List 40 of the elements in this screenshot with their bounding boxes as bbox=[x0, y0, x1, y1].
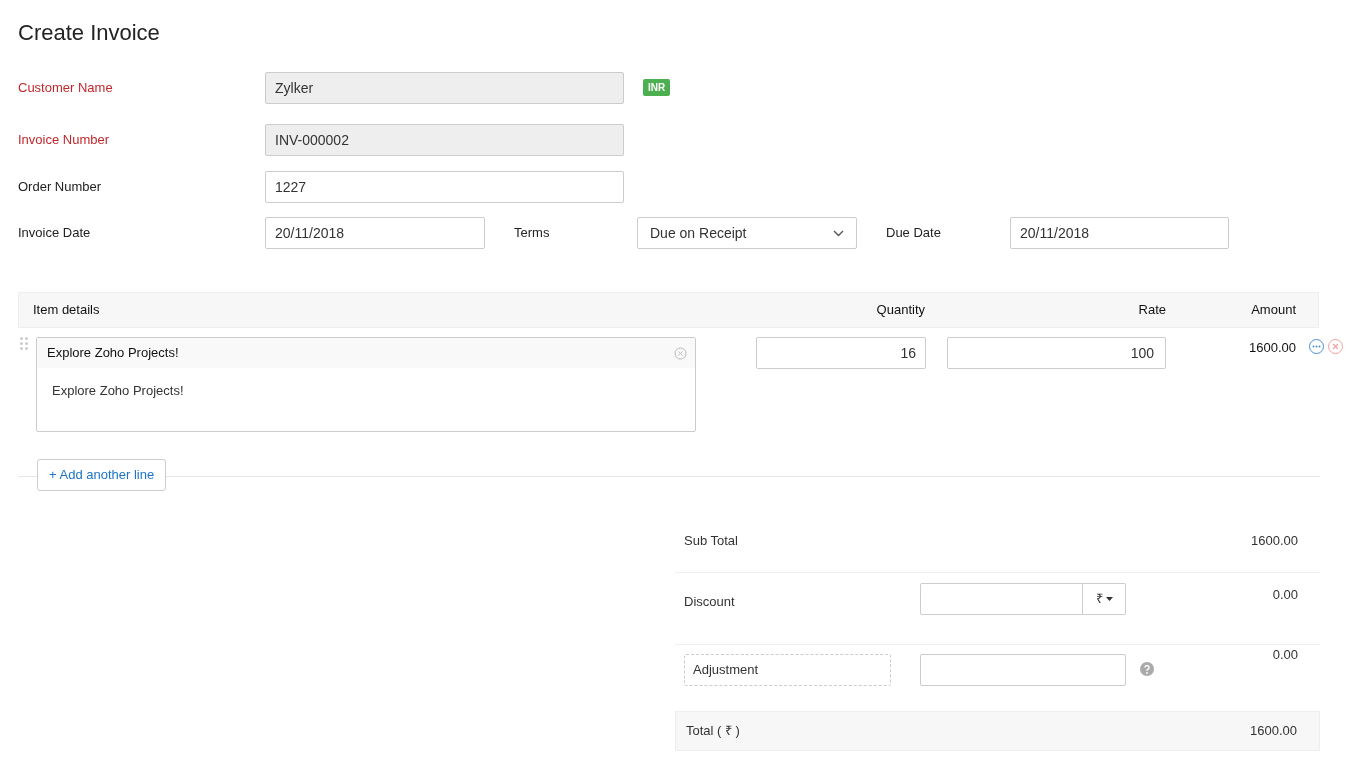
add-line-button[interactable]: + Add another line bbox=[37, 459, 167, 491]
quantity-input[interactable]: 16 bbox=[756, 337, 926, 369]
chevron-down-icon bbox=[833, 229, 844, 237]
field-label: Customer Name bbox=[18, 79, 114, 98]
column-header: Item details bbox=[33, 301, 100, 320]
text-input[interactable]: INV-000002 bbox=[265, 124, 624, 156]
terms-dropdown[interactable]: Due on Receipt bbox=[637, 217, 857, 249]
column-header: Quantity bbox=[876, 301, 925, 320]
field-label: Due Date bbox=[885, 224, 942, 243]
currency-badge: INR bbox=[643, 79, 671, 96]
amount-value: 1600.00 bbox=[1249, 339, 1296, 357]
discount-unit-dropdown[interactable]: ₹ bbox=[1083, 583, 1126, 615]
page-title: Create Invoice bbox=[18, 19, 160, 47]
column-header: Rate bbox=[1138, 301, 1166, 320]
clear-icon[interactable] bbox=[674, 346, 687, 360]
rate-input[interactable]: 100 bbox=[947, 337, 1166, 369]
help-icon bbox=[1140, 662, 1154, 676]
item-name: Explore Zoho Projects! bbox=[47, 344, 179, 363]
adjustment-label-field[interactable]: Adjustment bbox=[684, 654, 891, 686]
total-value: 0.00 bbox=[1272, 586, 1298, 604]
item-description-field[interactable]: Explore Zoho Projects! bbox=[37, 368, 695, 401]
field-label: Invoice Number bbox=[18, 131, 111, 150]
drag-handle-icon[interactable] bbox=[20, 337, 28, 349]
date-input[interactable]: 20/11/2018 bbox=[1010, 217, 1229, 249]
column-header: Amount bbox=[1251, 301, 1296, 320]
adjustment-input[interactable] bbox=[920, 654, 1126, 686]
text-input[interactable]: Zylker bbox=[265, 72, 624, 104]
total-label: Total ( ₹ ) bbox=[686, 722, 740, 741]
total-value: 0.00 bbox=[1272, 646, 1298, 664]
date-input[interactable]: 20/11/2018 bbox=[265, 217, 485, 249]
total-value: 1600.00 bbox=[1250, 722, 1297, 741]
field-label: Invoice Date bbox=[18, 224, 92, 243]
field-label: Order Number bbox=[18, 178, 103, 197]
total-value: 1600.00 bbox=[1251, 532, 1298, 550]
text-input[interactable]: 1227 bbox=[265, 171, 624, 203]
caret-icon bbox=[1105, 597, 1113, 601]
discount-input[interactable] bbox=[920, 583, 1083, 615]
total-label: Sub Total bbox=[684, 532, 738, 550]
field-label: Terms bbox=[513, 224, 551, 243]
total-label: Discount bbox=[684, 593, 735, 611]
